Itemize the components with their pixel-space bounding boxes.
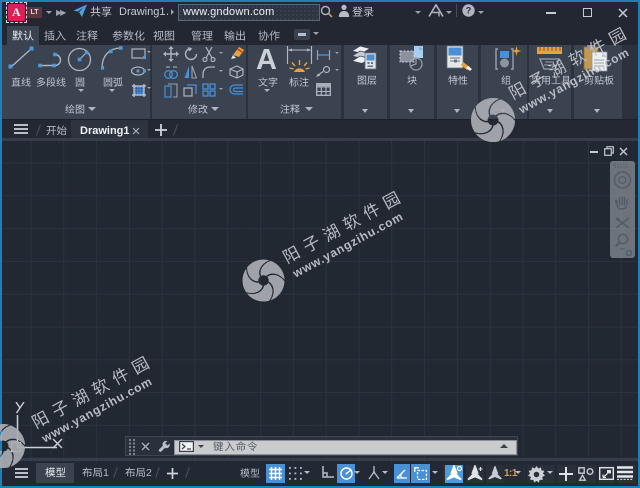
svg-text:?: ?: [466, 6, 472, 16]
